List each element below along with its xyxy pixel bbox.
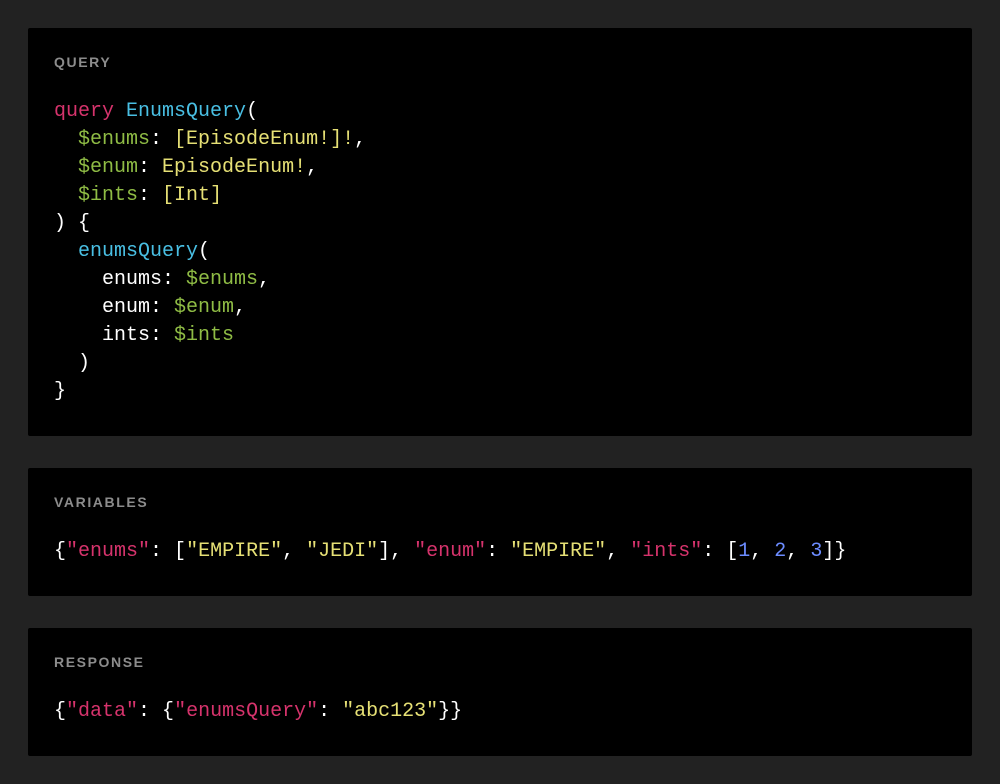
- json-colon: :: [702, 540, 726, 563]
- json-val-enum: "EMPIRE": [510, 540, 606, 563]
- rparen: ): [78, 352, 90, 375]
- keyword-query: query: [54, 100, 114, 123]
- json-lbrace: {: [54, 540, 66, 563]
- field-enumsquery: enumsQuery: [78, 240, 198, 263]
- comma: ,: [306, 156, 318, 179]
- colon: :: [138, 156, 162, 179]
- json-rbracket: ]: [378, 540, 390, 563]
- query-code-block: query EnumsQuery( $enums: [EpisodeEnum!]…: [54, 98, 946, 406]
- colon: :: [150, 296, 174, 319]
- json-lbracket: [: [174, 540, 186, 563]
- query-name: EnumsQuery: [126, 100, 246, 123]
- type-ints: [Int]: [162, 184, 222, 207]
- lparen: (: [198, 240, 210, 263]
- json-rbrace: }: [834, 540, 846, 563]
- json-comma: ,: [750, 540, 774, 563]
- json-colon: :: [318, 700, 342, 723]
- arg-enums-label: enums: [102, 268, 162, 291]
- json-num-2: 2: [774, 540, 786, 563]
- colon: :: [150, 128, 174, 151]
- query-panel: QUERY query EnumsQuery( $enums: [Episode…: [28, 28, 972, 436]
- var-enum: $enum: [78, 156, 138, 179]
- rparen: ): [54, 212, 66, 235]
- json-key-enum: "enum": [414, 540, 486, 563]
- comma: ,: [234, 296, 246, 319]
- json-num-1: 1: [738, 540, 750, 563]
- page: QUERY query EnumsQuery( $enums: [Episode…: [0, 0, 1000, 784]
- type-enum: EpisodeEnum!: [162, 156, 306, 179]
- variables-panel: VARIABLES {"enums": ["EMPIRE", "JEDI"], …: [28, 468, 972, 596]
- json-rbrace: }: [438, 700, 450, 723]
- variables-code-block: {"enums": ["EMPIRE", "JEDI"], "enum": "E…: [54, 538, 946, 566]
- variables-panel-title: VARIABLES: [54, 494, 946, 510]
- type-enums: [EpisodeEnum!]!: [174, 128, 354, 151]
- json-key-data: "data": [66, 700, 138, 723]
- var-ints: $ints: [78, 184, 138, 207]
- json-comma: ,: [786, 540, 810, 563]
- json-num-3: 3: [810, 540, 822, 563]
- json-lbrace: {: [162, 700, 174, 723]
- json-colon: :: [138, 700, 162, 723]
- json-rbracket: ]: [822, 540, 834, 563]
- arg-ints-label: ints: [102, 324, 150, 347]
- var-enums: $enums: [78, 128, 150, 151]
- arg-enums-var: $enums: [186, 268, 258, 291]
- arg-enum-label: enum: [102, 296, 150, 319]
- json-val-jedi: "JEDI": [306, 540, 378, 563]
- json-colon: :: [486, 540, 510, 563]
- json-comma: ,: [390, 540, 414, 563]
- json-lbracket: [: [726, 540, 738, 563]
- json-rbrace: }: [450, 700, 462, 723]
- query-panel-title: QUERY: [54, 54, 946, 70]
- json-colon: :: [150, 540, 174, 563]
- response-code-block: {"data": {"enumsQuery": "abc123"}}: [54, 698, 946, 726]
- comma: ,: [354, 128, 366, 151]
- lparen: (: [246, 100, 258, 123]
- json-comma: ,: [606, 540, 630, 563]
- comma: ,: [258, 268, 270, 291]
- json-lbrace: {: [54, 700, 66, 723]
- json-key-field: "enumsQuery": [174, 700, 318, 723]
- arg-ints-var: $ints: [174, 324, 234, 347]
- arg-enum-var: $enum: [174, 296, 234, 319]
- response-panel-title: RESPONSE: [54, 654, 946, 670]
- colon: :: [162, 268, 186, 291]
- json-key-enums: "enums": [66, 540, 150, 563]
- colon: :: [150, 324, 174, 347]
- json-key-ints: "ints": [630, 540, 702, 563]
- response-panel: RESPONSE {"data": {"enumsQuery": "abc123…: [28, 628, 972, 756]
- json-val-abc123: "abc123": [342, 700, 438, 723]
- rbrace: }: [54, 380, 66, 403]
- json-val-empire: "EMPIRE": [186, 540, 282, 563]
- json-comma: ,: [282, 540, 306, 563]
- lbrace: {: [78, 212, 90, 235]
- colon: :: [138, 184, 162, 207]
